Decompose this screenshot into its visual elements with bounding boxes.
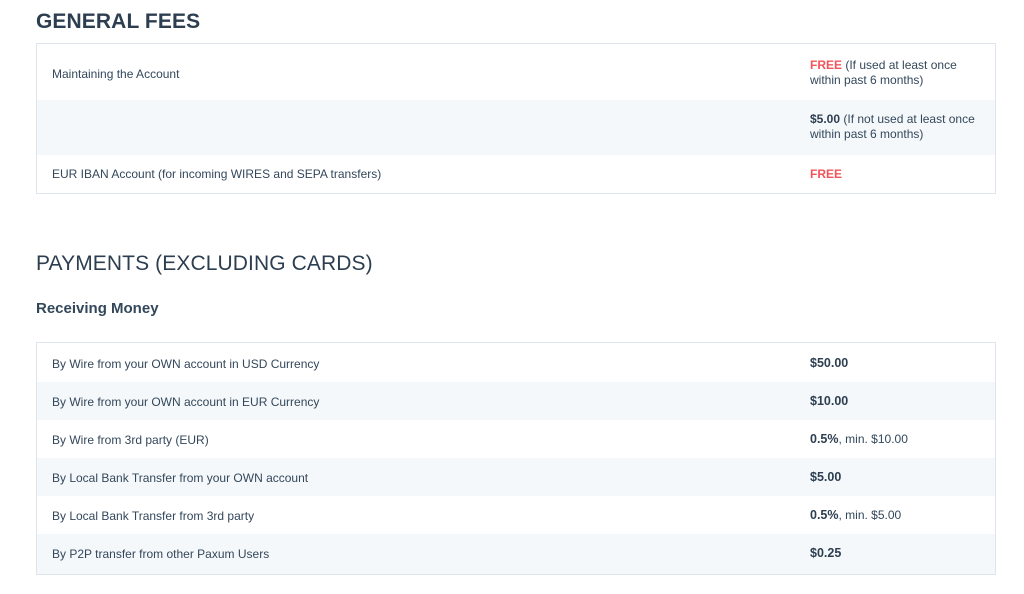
fee-value-strong: $50.00	[810, 356, 849, 370]
table-row: $5.00 (If not used at least once within …	[37, 100, 995, 155]
fee-value-strong: FREE	[810, 58, 843, 72]
table-row: By Local Bank Transfer from your OWN acc…	[37, 458, 995, 496]
table-row: By P2P transfer from other Paxum Users $…	[37, 534, 995, 574]
fee-schedule: GENERAL FEES Maintaining the Account FRE…	[0, 0, 1024, 594]
fee-label: By P2P transfer from other Paxum Users	[52, 547, 270, 561]
fee-value-strong: $5.00	[810, 112, 841, 126]
fee-label: EUR IBAN Account (for incoming WIRES and…	[52, 167, 382, 181]
table-row: By Local Bank Transfer from 3rd party 0.…	[37, 496, 995, 534]
fee-value: FREE (If used at least once within past …	[810, 58, 985, 88]
fee-value-strong: FREE	[810, 167, 843, 181]
fee-value: $0.25	[810, 546, 985, 561]
table-row: By Wire from your OWN account in USD Cur…	[37, 343, 995, 382]
general-fees-heading: GENERAL FEES	[36, 10, 201, 33]
fee-value: $10.00	[810, 394, 985, 409]
payments-heading: PAYMENTS (EXCLUDING CARDS)	[36, 252, 373, 275]
fee-label: By Local Bank Transfer from 3rd party	[52, 509, 255, 523]
table-row: By Wire from your OWN account in EUR Cur…	[37, 382, 995, 420]
fee-value: $50.00	[810, 356, 985, 371]
fee-value-strong: 0.5%	[810, 508, 839, 522]
fee-value-note: , min. $10.00	[838, 432, 908, 446]
table-row: EUR IBAN Account (for incoming WIRES and…	[37, 155, 995, 193]
fee-value: $5.00	[810, 470, 985, 485]
fee-label: By Wire from your OWN account in USD Cur…	[52, 357, 320, 371]
fee-label: By Wire from 3rd party (EUR)	[52, 433, 209, 447]
receiving-money-subheading: Receiving Money	[36, 300, 159, 317]
fee-label: Maintaining the Account	[52, 67, 180, 81]
fee-value: FREE	[810, 167, 985, 182]
fee-label: By Local Bank Transfer from your OWN acc…	[52, 471, 309, 485]
fee-value-strong: $5.00	[810, 470, 842, 484]
fee-label: By Wire from your OWN account in EUR Cur…	[52, 395, 320, 409]
fee-value: $5.00 (If not used at least once within …	[810, 112, 985, 142]
table-row: By Wire from 3rd party (EUR) 0.5%, min. …	[37, 420, 995, 458]
receiving-money-table: By Wire from your OWN account in USD Cur…	[36, 342, 996, 575]
general-fees-table: Maintaining the Account FREE (If used at…	[36, 43, 996, 194]
fee-value-strong: $10.00	[810, 394, 849, 408]
fee-value-note: , min. $5.00	[838, 508, 902, 522]
fee-value: 0.5%, min. $10.00	[810, 432, 985, 447]
fee-value-strong: $0.25	[810, 546, 842, 560]
fee-value-strong: 0.5%	[810, 432, 839, 446]
table-row: Maintaining the Account FREE (If used at…	[37, 44, 995, 100]
fee-value: 0.5%, min. $5.00	[810, 508, 985, 523]
